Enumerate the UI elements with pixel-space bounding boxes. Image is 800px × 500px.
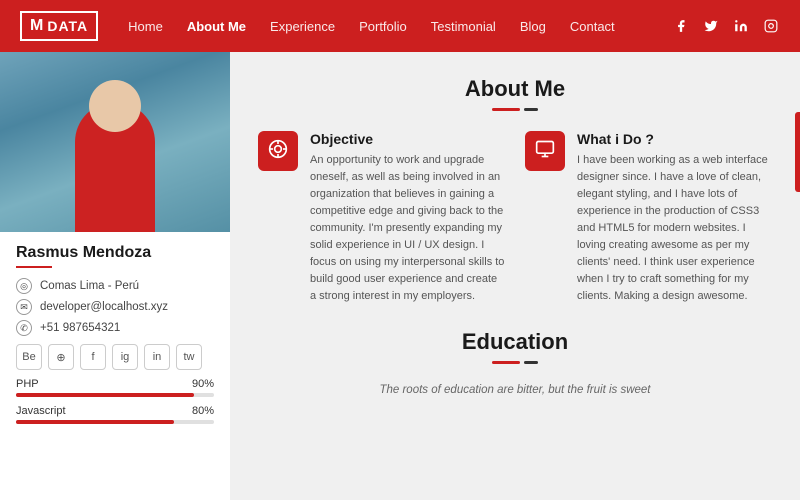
js-percent: 80% [192, 405, 214, 417]
whatido-title: What i Do ? [577, 131, 772, 147]
objective-card: Objective An opportunity to work and upg… [258, 131, 505, 305]
accent-bar [795, 112, 800, 192]
name-underline [16, 266, 52, 268]
logo-icon: M [30, 17, 43, 35]
sidebar: Rasmus Mendoza ◎ Comas Lima - Perú ✉ dev… [0, 52, 230, 500]
phone-text: +51 987654321 [40, 322, 120, 334]
js-skill: Javascript 80% [16, 405, 214, 424]
twitter-icon[interactable] [702, 17, 720, 35]
js-bar-fill [16, 420, 174, 424]
fb-icon[interactable]: f [80, 344, 106, 370]
location-text: Comas Lima - Perú [40, 280, 139, 292]
person-name: Rasmus Mendoza [16, 244, 214, 262]
nav-contact[interactable]: Contact [570, 19, 615, 34]
behance-icon[interactable]: Be [16, 344, 42, 370]
objective-body: Objective An opportunity to work and upg… [310, 131, 505, 305]
navbar: M DATA Home About Me Experience Portfoli… [0, 0, 800, 52]
email-icon: ✉ [16, 299, 32, 315]
education-underline [258, 361, 772, 364]
whatido-card: What i Do ? I have been working as a web… [525, 131, 772, 305]
about-title: About Me [258, 76, 772, 102]
profile-photo [0, 52, 230, 232]
nav-blog[interactable]: Blog [520, 19, 546, 34]
logo[interactable]: M DATA [20, 11, 98, 41]
objective-title: Objective [310, 131, 505, 147]
whatido-text: I have been working as a web interface d… [577, 152, 772, 305]
linkedin-icon[interactable] [732, 17, 750, 35]
edu-underline-red [492, 361, 520, 364]
js-bar-bg [16, 420, 214, 424]
email-text: developer@localhost.xyz [40, 301, 168, 313]
underline-red [492, 108, 520, 111]
education-subtitle: The roots of education are bitter, but t… [258, 384, 772, 396]
instagram-icon[interactable] [762, 17, 780, 35]
social-links: Be ⊕ f ig in tw [16, 344, 214, 370]
objective-icon-box [258, 131, 298, 171]
about-cards: Objective An opportunity to work and upg… [258, 131, 772, 305]
phone-icon: ✆ [16, 320, 32, 336]
tw-icon[interactable]: tw [176, 344, 202, 370]
about-underline [258, 108, 772, 111]
php-bar-fill [16, 393, 194, 397]
nav-portfolio[interactable]: Portfolio [359, 19, 407, 34]
objective-icon [268, 139, 288, 164]
li-icon[interactable]: in [144, 344, 170, 370]
whatido-body: What i Do ? I have been working as a web… [577, 131, 772, 305]
dribbble-icon[interactable]: ⊕ [48, 344, 74, 370]
objective-text: An opportunity to work and upgrade onese… [310, 152, 505, 305]
js-label-row: Javascript 80% [16, 405, 214, 417]
edu-underline-dark [524, 361, 538, 364]
location-row: ◎ Comas Lima - Perú [16, 278, 214, 294]
php-label: PHP [16, 378, 39, 390]
phone-row: ✆ +51 987654321 [16, 320, 214, 336]
nav-socials [672, 17, 780, 35]
nav-testimonial[interactable]: Testimonial [431, 19, 496, 34]
email-row: ✉ developer@localhost.xyz [16, 299, 214, 315]
php-label-row: PHP 90% [16, 378, 214, 390]
content-area: About Me Objective An opportunity to wor… [230, 52, 800, 500]
location-icon: ◎ [16, 278, 32, 294]
sidebar-content: Rasmus Mendoza ◎ Comas Lima - Perú ✉ dev… [0, 232, 230, 444]
person-image [0, 52, 230, 232]
whatido-icon [535, 139, 555, 164]
js-label: Javascript [16, 405, 66, 417]
php-bar-bg [16, 393, 214, 397]
nav-home[interactable]: Home [128, 19, 163, 34]
ig-icon[interactable]: ig [112, 344, 138, 370]
php-percent: 90% [192, 378, 214, 390]
whatido-icon-box [525, 131, 565, 171]
education-title: Education [258, 329, 772, 355]
nav-about[interactable]: About Me [187, 19, 246, 34]
education-section: Education The roots of education are bit… [258, 329, 772, 396]
nav-links: Home About Me Experience Portfolio Testi… [128, 19, 672, 34]
nav-experience[interactable]: Experience [270, 19, 335, 34]
php-skill: PHP 90% [16, 378, 214, 397]
main-layout: Rasmus Mendoza ◎ Comas Lima - Perú ✉ dev… [0, 52, 800, 500]
logo-text: DATA [47, 18, 88, 34]
underline-dark [524, 108, 538, 111]
facebook-icon[interactable] [672, 17, 690, 35]
